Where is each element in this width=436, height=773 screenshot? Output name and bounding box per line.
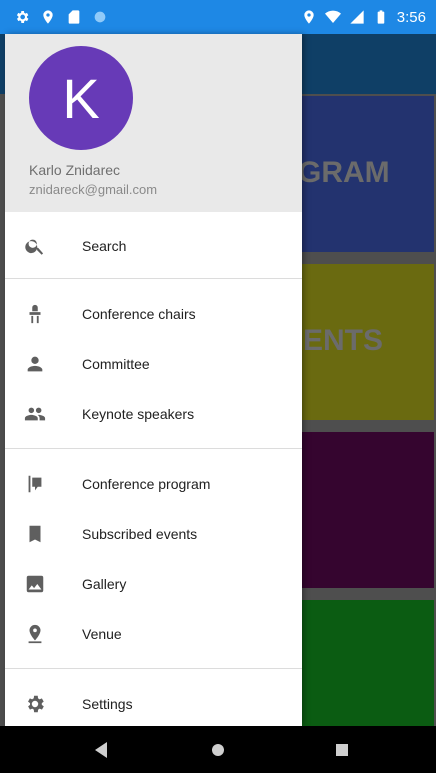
menu-item-label: Search — [82, 238, 127, 254]
menu-item-label: Venue — [82, 626, 122, 642]
location-icon — [301, 9, 317, 25]
divider — [5, 448, 302, 449]
search-icon — [23, 234, 47, 258]
people-icon — [23, 402, 47, 426]
signal-icon — [349, 9, 365, 25]
menu-item-label: Keynote speakers — [82, 406, 195, 422]
navigation-drawer: K Karlo Znidarec znidareck@gmail.com Sea… — [5, 34, 302, 726]
system-nav-bar — [0, 726, 436, 773]
menu-item-label: Conference program — [82, 476, 211, 492]
menu-item-label: Subscribed events — [82, 526, 198, 542]
recents-button[interactable] — [322, 726, 362, 773]
settings-icon — [23, 692, 47, 716]
status-bar-notifications — [14, 0, 108, 34]
status-bar: 3:56 — [0, 0, 436, 34]
user-name: Karlo Znidarec — [29, 162, 121, 178]
avatar[interactable]: K — [29, 46, 133, 150]
gear-icon — [14, 9, 30, 25]
menu-item-committee[interactable]: Committee — [5, 340, 302, 388]
menu-item-keynote-speakers[interactable]: Keynote speakers — [5, 390, 302, 438]
sd-card-icon — [66, 9, 82, 25]
back-icon — [95, 741, 107, 758]
battery-icon — [373, 9, 389, 25]
status-bar-system: 3:56 — [301, 0, 426, 34]
divider — [5, 668, 302, 669]
recents-icon — [336, 743, 348, 756]
menu-item-conference-program[interactable]: Conference program — [5, 460, 302, 508]
menu-item-gallery[interactable]: Gallery — [5, 560, 302, 608]
menu-item-settings[interactable]: Settings — [5, 680, 302, 726]
tile-label: GRAM — [298, 156, 390, 189]
place-icon — [23, 622, 47, 646]
person-icon — [23, 352, 47, 376]
drawer-header: K Karlo Znidarec znidareck@gmail.com — [5, 34, 302, 212]
chair-icon — [23, 302, 47, 326]
circle-icon — [92, 9, 108, 25]
menu-item-label: Gallery — [82, 576, 127, 592]
menu-item-venue[interactable]: Venue — [5, 610, 302, 658]
back-button[interactable] — [82, 726, 122, 773]
menu-item-label: Committee — [82, 356, 150, 372]
menu-item-label: Conference chairs — [82, 306, 196, 322]
menu-item-conference-chairs[interactable]: Conference chairs — [5, 290, 302, 338]
tile-label: ENTS — [303, 324, 384, 357]
bookmark-icon — [23, 522, 47, 546]
status-time: 3:56 — [396, 8, 426, 26]
image-icon — [23, 572, 47, 596]
program-icon — [23, 472, 47, 496]
divider — [5, 278, 302, 279]
wifi-icon — [324, 9, 341, 25]
home-button[interactable] — [198, 726, 238, 773]
home-icon — [212, 743, 224, 756]
menu-item-subscribed-events[interactable]: Subscribed events — [5, 510, 302, 558]
menu-item-label: Settings — [82, 696, 133, 712]
location-icon — [40, 9, 56, 25]
user-email: znidareck@gmail.com — [29, 182, 158, 197]
menu-item-search[interactable]: Search — [5, 222, 302, 270]
